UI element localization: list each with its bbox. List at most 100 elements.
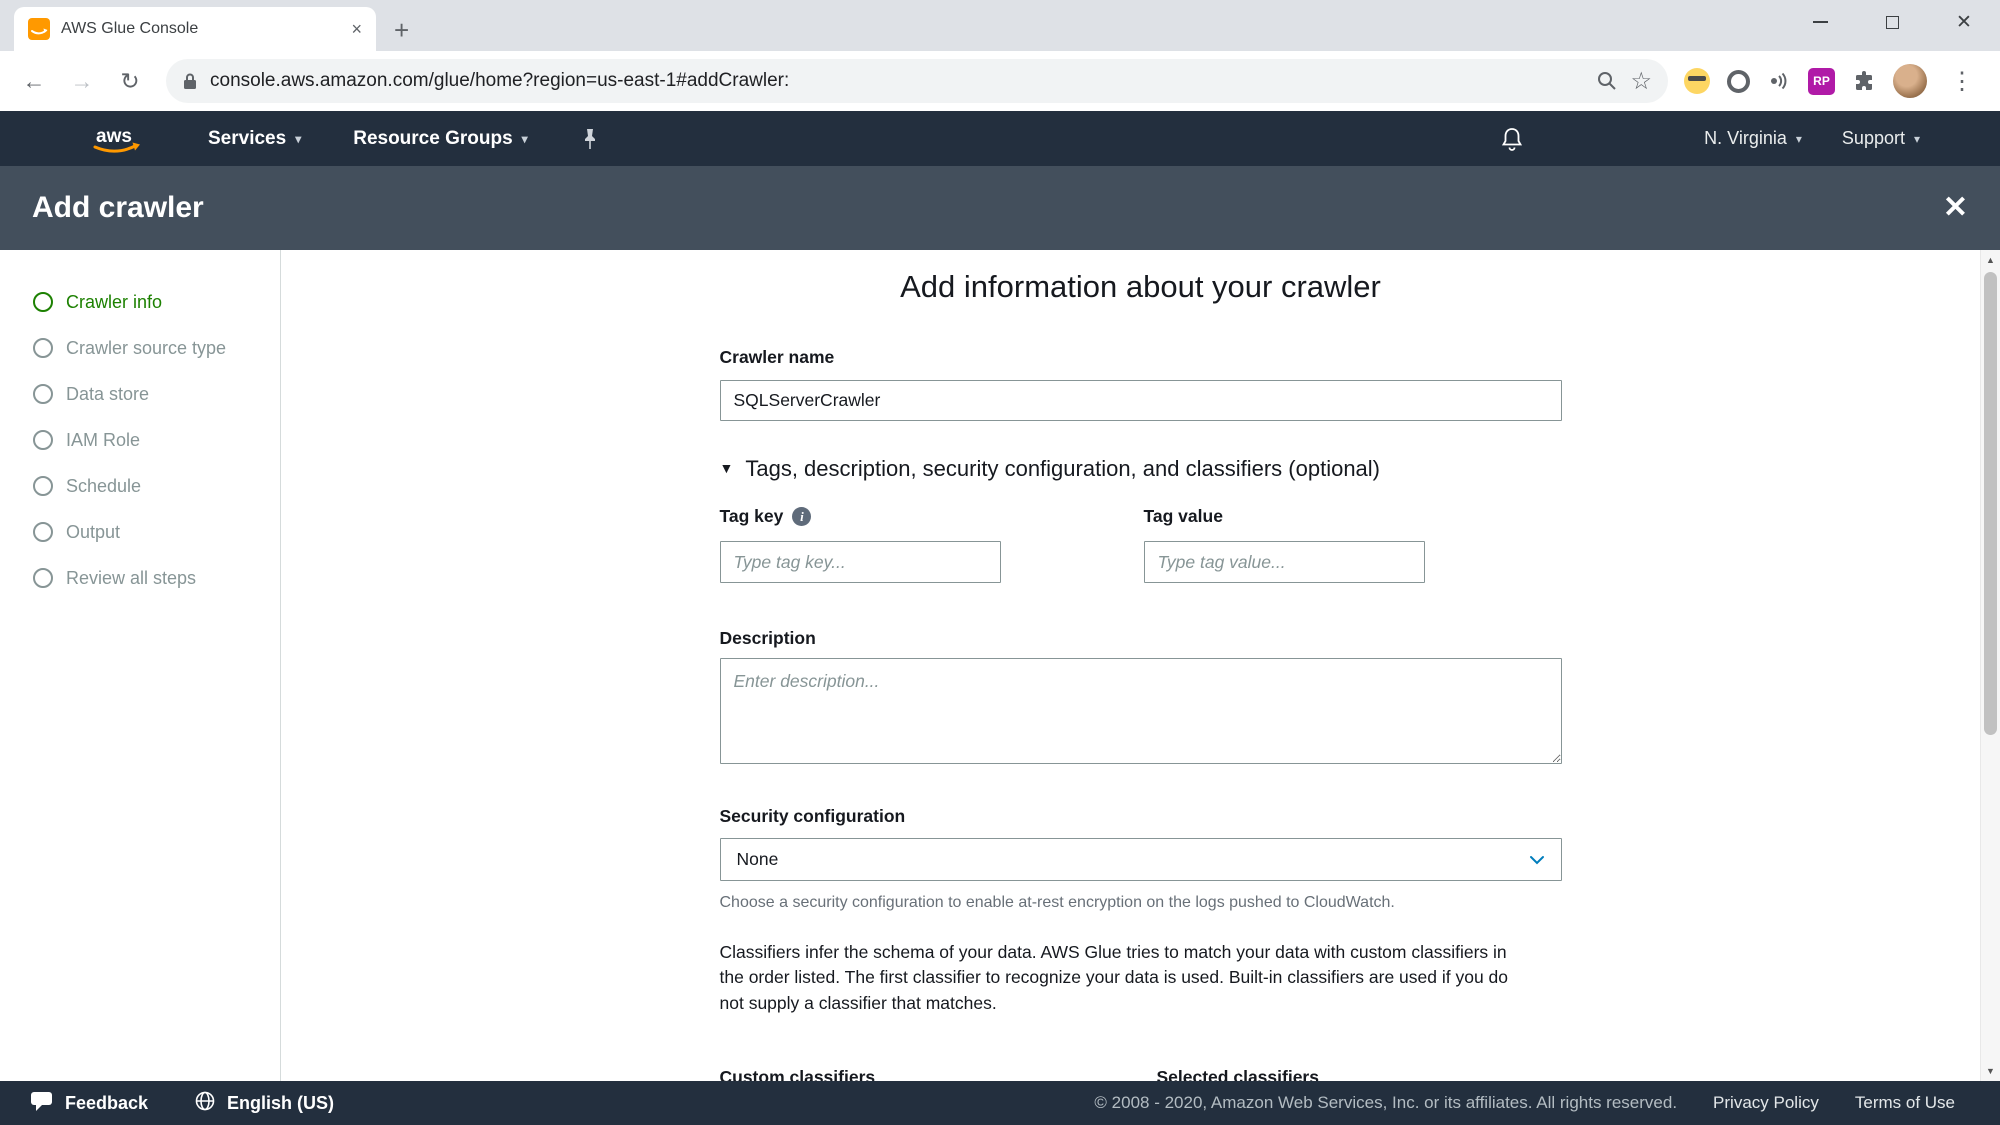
tag-value-input[interactable] (1144, 541, 1425, 583)
bell-icon[interactable] (1500, 126, 1524, 152)
window-close-button[interactable]: ✕ (1928, 0, 2000, 44)
step-label: Data store (66, 384, 149, 405)
feedback-icon (30, 1090, 54, 1117)
description-textarea[interactable] (720, 658, 1562, 764)
security-help-text: Choose a security configuration to enabl… (720, 893, 1562, 912)
extensions-row: RP ⋮ (1684, 64, 1986, 98)
security-configuration-select[interactable]: None (720, 838, 1562, 881)
chevron-down-icon: ▾ (1796, 132, 1802, 146)
optional-section-toggle[interactable]: ▼ Tags, description, security configurat… (720, 455, 1562, 482)
tab-close-icon[interactable]: × (351, 19, 362, 40)
step-review-all-steps[interactable]: Review all steps (0, 555, 280, 601)
services-menu[interactable]: Services ▾ (208, 128, 301, 150)
rp-extension-icon[interactable]: RP (1808, 68, 1835, 95)
chevron-down-icon: ▾ (295, 132, 301, 146)
tab-title: AWS Glue Console (61, 20, 340, 38)
selected-classifiers-label: Selected classifiers (1157, 1067, 1562, 1081)
scroll-up-arrow-icon[interactable]: ▲ (1981, 250, 2000, 270)
minimize-button[interactable] (1784, 0, 1856, 44)
step-crawler-info[interactable]: Crawler info (0, 279, 280, 325)
info-icon[interactable]: i (792, 507, 811, 526)
privacy-policy-link[interactable]: Privacy Policy (1713, 1093, 1819, 1113)
maximize-icon (1886, 16, 1899, 29)
tag-key-input[interactable] (720, 541, 1001, 583)
browser-menu-icon[interactable]: ⋮ (1944, 67, 1980, 96)
description-label: Description (720, 628, 1562, 649)
language-selector[interactable]: English (US) (194, 1090, 334, 1117)
new-tab-button[interactable]: + (394, 17, 409, 43)
services-label: Services (208, 128, 286, 150)
step-iam-role[interactable]: IAM Role (0, 417, 280, 463)
step-label: Output (66, 522, 120, 543)
tag-key-label-row: Tag key i (720, 506, 1001, 527)
maximize-button[interactable] (1856, 0, 1928, 44)
wizard-main-panel: Add information about your crawler Crawl… (281, 250, 2000, 1081)
back-button[interactable]: ← (14, 61, 54, 101)
chevron-down-icon: ▾ (522, 132, 528, 146)
resource-groups-label: Resource Groups (353, 128, 512, 150)
window-close-icon: ✕ (1956, 11, 1972, 34)
terms-of-use-link[interactable]: Terms of Use (1855, 1093, 1955, 1113)
pin-icon[interactable] (580, 127, 600, 151)
step-crawler-source-type[interactable]: Crawler source type (0, 325, 280, 371)
triangle-down-icon: ▼ (720, 455, 734, 482)
forward-button[interactable]: → (62, 61, 102, 101)
page-title: Add crawler (32, 191, 204, 225)
browser-tab-strip: AWS Glue Console × + ✕ (0, 0, 2000, 51)
aws-footer: Feedback English (US) © 2008 - 2020, Ama… (0, 1081, 2000, 1125)
support-menu[interactable]: Support ▾ (1842, 128, 1920, 149)
lock-icon (182, 71, 198, 91)
browser-toolbar: ← → ↻ console.aws.amazon.com/glue/home?r… (0, 51, 2000, 111)
profile-avatar[interactable] (1893, 64, 1927, 98)
wizard-close-icon[interactable]: ✕ (1943, 193, 1968, 223)
language-label: English (US) (227, 1093, 334, 1114)
chevron-down-icon (1529, 855, 1545, 865)
browser-window: AWS Glue Console × + ✕ ← → ↻ console.aws… (0, 0, 2000, 1125)
step-circle (33, 568, 53, 588)
aws-logo[interactable]: aws (88, 122, 144, 156)
aws-favicon-icon (28, 18, 50, 40)
region-label: N. Virginia (1704, 128, 1787, 149)
resource-groups-menu[interactable]: Resource Groups ▾ (353, 128, 527, 150)
tag-key-label: Tag key (720, 506, 784, 527)
tag-value-label: Tag value (1144, 506, 1425, 527)
support-label: Support (1842, 128, 1905, 149)
custom-classifiers-label: Custom classifiers (720, 1067, 1157, 1081)
security-configuration-label: Security configuration (720, 806, 1562, 827)
url-text[interactable]: console.aws.amazon.com/glue/home?region=… (210, 70, 1584, 92)
step-data-store[interactable]: Data store (0, 371, 280, 417)
browser-tab[interactable]: AWS Glue Console × (14, 7, 376, 51)
emoji-shades (1688, 76, 1706, 81)
step-circle (33, 338, 53, 358)
crawler-name-label: Crawler name (720, 347, 1562, 368)
step-output[interactable]: Output (0, 509, 280, 555)
security-selected-value: None (737, 849, 779, 870)
audio-extension-icon[interactable] (1767, 69, 1791, 93)
step-circle (33, 292, 53, 312)
bookmark-star-icon[interactable]: ☆ (1630, 67, 1652, 96)
extensions-puzzle-icon[interactable] (1852, 69, 1876, 93)
minimize-icon (1813, 21, 1828, 23)
step-schedule[interactable]: Schedule (0, 463, 280, 509)
step-label: IAM Role (66, 430, 140, 451)
form-heading: Add information about your crawler (281, 268, 2000, 305)
search-icon[interactable] (1596, 70, 1618, 92)
scroll-down-arrow-icon[interactable]: ▼ (1981, 1061, 2000, 1081)
wizard-header: Add crawler ✕ (0, 166, 2000, 250)
wizard-steps-sidebar: Crawler info Crawler source type Data st… (0, 250, 281, 1081)
step-label: Schedule (66, 476, 141, 497)
crawler-name-input[interactable] (720, 380, 1562, 421)
copyright-text: © 2008 - 2020, Amazon Web Services, Inc.… (1094, 1093, 1677, 1113)
optional-section-title: Tags, description, security configuratio… (745, 455, 1380, 482)
globe-icon (194, 1090, 216, 1117)
scrollbar-thumb[interactable] (1984, 272, 1997, 735)
address-bar[interactable]: console.aws.amazon.com/glue/home?region=… (166, 59, 1668, 103)
ring-extension-icon[interactable] (1727, 70, 1750, 93)
aws-nav-right: N. Virginia ▾ Support ▾ (1500, 126, 2000, 152)
region-selector[interactable]: N. Virginia ▾ (1704, 128, 1802, 149)
vertical-scrollbar[interactable]: ▲ ▼ (1980, 250, 2000, 1081)
feedback-button[interactable]: Feedback (30, 1090, 148, 1117)
reload-button[interactable]: ↻ (110, 61, 150, 101)
step-label: Crawler source type (66, 338, 226, 359)
emoji-extension-icon[interactable] (1684, 68, 1710, 94)
